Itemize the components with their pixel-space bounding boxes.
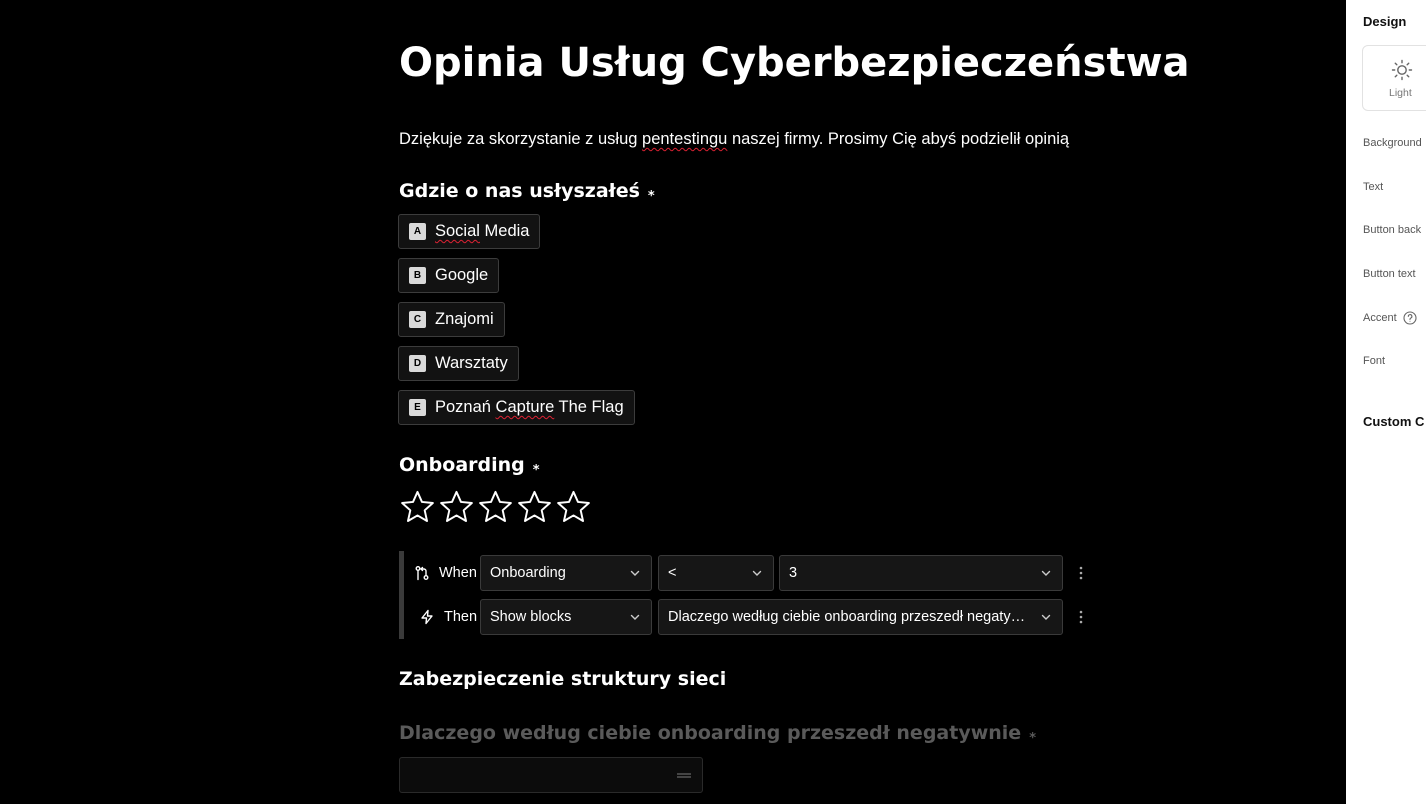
- star-icon[interactable]: [556, 489, 591, 525]
- intro-misspelled-word: pentestingu: [642, 130, 728, 148]
- then-target-value: Dlaczego według ciebie onboarding przesz…: [668, 609, 1033, 625]
- then-text: Then: [444, 609, 478, 625]
- required-marker: *: [1029, 731, 1036, 746]
- panel-item-text[interactable]: Text: [1363, 181, 1383, 193]
- choice-key-badge: E: [409, 399, 426, 416]
- question-title-text: Dlaczego według ciebie onboarding przesz…: [399, 722, 1022, 744]
- chevron-down-icon: [1041, 570, 1051, 576]
- choice-warsztaty[interactable]: D Warsztaty: [398, 346, 519, 381]
- panel-item-accent[interactable]: Accent: [1363, 311, 1417, 325]
- form-intro[interactable]: Dziękuje za skorzystanie z usług pentest…: [399, 130, 1069, 149]
- choice-label-misspelled: Capture: [495, 398, 555, 416]
- section-title-network[interactable]: Zabezpieczenie struktury sieci: [399, 668, 726, 690]
- choice-key-badge: C: [409, 311, 426, 328]
- then-target-select[interactable]: Dlaczego według ciebie onboarding przesz…: [658, 599, 1063, 635]
- choice-poznan-ctf[interactable]: E Poznań Capture The Flag: [398, 390, 635, 425]
- more-options-icon[interactable]: [1073, 609, 1089, 625]
- required-marker: *: [532, 463, 540, 478]
- when-field-select[interactable]: Onboarding: [480, 555, 652, 591]
- panel-item-button-background[interactable]: Button back: [1363, 224, 1421, 236]
- required-marker: *: [647, 189, 655, 204]
- when-label: When: [414, 565, 477, 581]
- question-title-onboarding[interactable]: Onboarding *: [399, 454, 540, 478]
- choice-key-badge: B: [409, 267, 426, 284]
- branch-icon: [415, 566, 429, 581]
- star-icon[interactable]: [517, 489, 552, 525]
- choice-label-misspelled: Social: [435, 222, 480, 240]
- when-operator-value: <: [668, 565, 677, 581]
- form-canvas: Opinia Usług Cyberbezpieczeństwa Dziękuj…: [0, 0, 1346, 804]
- theme-option-light[interactable]: Light: [1362, 45, 1426, 111]
- star-icon[interactable]: [439, 489, 474, 525]
- chevron-down-icon: [752, 570, 762, 576]
- question-title-text: Onboarding: [399, 454, 525, 476]
- when-operator-select[interactable]: <: [658, 555, 774, 591]
- star-icon[interactable]: [478, 489, 513, 525]
- when-field-value: Onboarding: [490, 565, 566, 581]
- choice-social-media[interactable]: A Social Media: [398, 214, 541, 249]
- panel-item-button-text[interactable]: Button text: [1363, 268, 1416, 280]
- design-panel: Design Light Background Text Button back…: [1346, 0, 1426, 804]
- help-icon[interactable]: [1403, 311, 1417, 325]
- when-value-select[interactable]: 3: [779, 555, 1063, 591]
- choice-key-badge: A: [409, 223, 426, 240]
- custom-section-title: Custom C: [1363, 414, 1425, 429]
- panel-item-font[interactable]: Font: [1363, 355, 1385, 367]
- theme-label: Light: [1389, 87, 1412, 99]
- panel-title: Design: [1363, 14, 1407, 29]
- then-action-value: Show blocks: [490, 609, 572, 625]
- panel-item-label: Accent: [1363, 312, 1397, 324]
- when-value-text: 3: [789, 565, 798, 581]
- chevron-down-icon: [1041, 614, 1051, 620]
- choice-znajomi[interactable]: C Znajomi: [398, 302, 505, 337]
- sun-icon: [1391, 59, 1413, 81]
- intro-text-end: naszej firmy. Prosimy Cię abyś podzielił…: [727, 130, 1070, 148]
- then-action-select[interactable]: Show blocks: [480, 599, 652, 635]
- choice-label: Social Media: [435, 222, 529, 241]
- panel-item-background[interactable]: Background: [1363, 137, 1422, 149]
- question-title-source[interactable]: Gdzie o nas usłyszałeś *: [399, 180, 655, 204]
- star-rating: [400, 489, 591, 525]
- star-icon[interactable]: [400, 489, 435, 525]
- chevron-down-icon: [630, 614, 640, 620]
- choice-key-badge: D: [409, 355, 426, 372]
- drag-handle-icon[interactable]: [677, 773, 691, 778]
- logic-jump-block: When Onboarding < 3 Then Show blocks Dla…: [399, 551, 1089, 639]
- logic-then-row: Then Show blocks Dlaczego według ciebie …: [404, 599, 1094, 635]
- choice-label: Znajomi: [435, 310, 494, 328]
- question-title-why-negative[interactable]: Dlaczego według ciebie onboarding przesz…: [399, 722, 1036, 746]
- choice-label: Warsztaty: [435, 354, 508, 372]
- chevron-down-icon: [630, 570, 640, 576]
- question-title-text: Gdzie o nas usłyszałeś: [399, 180, 640, 202]
- choice-google[interactable]: B Google: [398, 258, 500, 293]
- when-text: When: [439, 565, 477, 581]
- more-options-icon[interactable]: [1073, 565, 1089, 581]
- lightning-icon: [421, 609, 433, 625]
- logic-when-row: When Onboarding < 3: [404, 555, 1094, 591]
- choice-label-word: Social Media: [435, 222, 530, 240]
- then-label: Then: [419, 609, 477, 625]
- long-text-input[interactable]: [399, 757, 703, 793]
- intro-text-start: Dziękuje za skorzystanie z usług: [399, 130, 643, 148]
- choice-label: Google: [435, 266, 489, 284]
- choice-label: Poznań Capture The Flag: [435, 398, 624, 416]
- form-title[interactable]: Opinia Usług Cyberbezpieczeństwa: [399, 40, 1190, 86]
